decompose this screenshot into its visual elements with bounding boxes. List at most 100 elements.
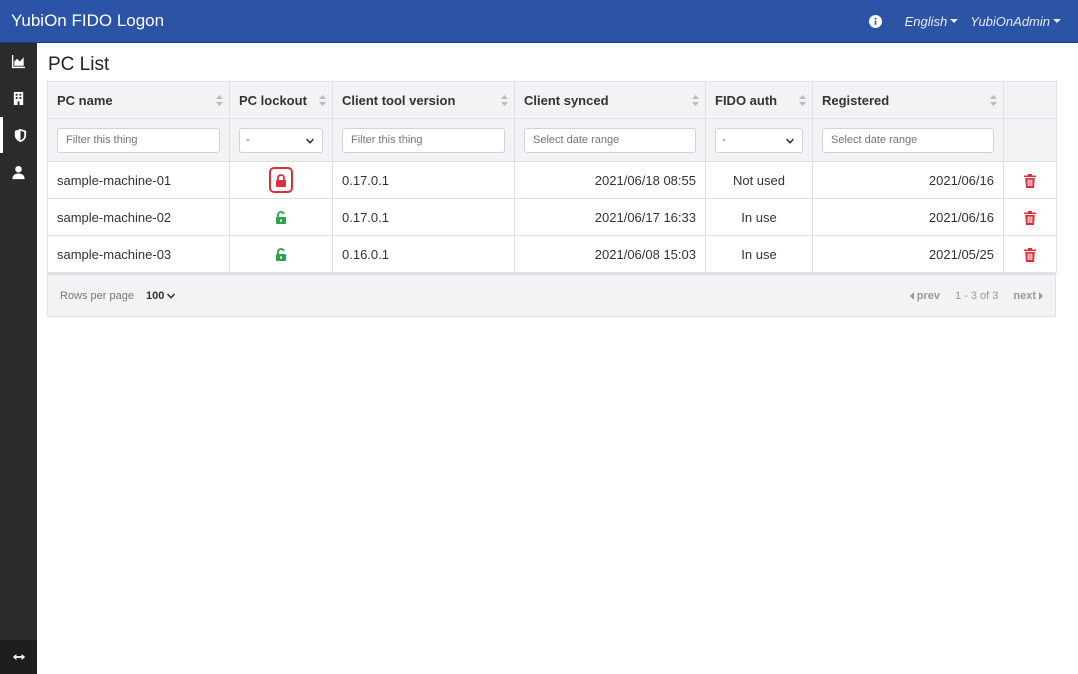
column-header-client-tool-version[interactable]: Client tool version (332, 81, 515, 119)
building-icon (13, 91, 24, 105)
pc-name-filter-input[interactable] (57, 127, 220, 153)
column-header-actions (1003, 81, 1057, 119)
cell-client-tool-version: 0.16.0.1 (332, 235, 515, 273)
pagination: prev 1 - 3 of 3 next (909, 289, 1043, 302)
cell-registered: 2021/06/16 (812, 198, 1004, 236)
cell-pc-name: sample-machine-02 (47, 198, 230, 236)
user-dropdown[interactable]: YubiOnAdmin (970, 14, 1061, 29)
registered-date-range-input[interactable] (822, 127, 994, 153)
table-row: sample-machine-03 0.16.0.1 2021/06/08 15… (47, 235, 1057, 273)
cell-pc-name: sample-machine-03 (47, 235, 230, 273)
info-icon[interactable] (868, 14, 882, 28)
cell-client-synced: 2021/06/18 08:55 (514, 161, 706, 199)
trash-icon[interactable] (1024, 247, 1036, 262)
prev-page-button[interactable]: prev (909, 289, 940, 302)
unlock-icon (276, 210, 286, 224)
cell-pc-lockout (229, 161, 333, 199)
lock-icon (276, 173, 286, 187)
cell-client-synced: 2021/06/08 15:03 (514, 235, 706, 273)
lockout-toggle-button[interactable] (269, 167, 293, 193)
select-value: - (722, 134, 726, 146)
fido-auth-filter-select[interactable]: - (715, 127, 803, 153)
page-range-info: 1 - 3 of 3 (954, 289, 999, 302)
next-label: next (1013, 289, 1036, 302)
cell-registered: 2021/06/16 (812, 161, 1004, 199)
caret-left-icon (909, 291, 914, 300)
filter-cell-fido-auth: - (705, 118, 813, 162)
cell-actions (1003, 161, 1057, 199)
cell-fido-auth: In use (705, 198, 813, 236)
sidebar (0, 43, 37, 674)
pc-list-table-container: PC name PC lockout Client tool version C… (47, 81, 1057, 317)
filter-cell-client-synced (514, 118, 706, 162)
sidebar-toggle-button[interactable] (0, 640, 37, 674)
cell-actions (1003, 198, 1057, 236)
select-value: - (246, 134, 250, 146)
cell-client-synced: 2021/06/17 16:33 (514, 198, 706, 236)
sort-icon (319, 95, 326, 106)
column-label: FIDO auth (715, 92, 778, 108)
sidebar-item-users[interactable] (0, 154, 37, 190)
sort-icon (501, 95, 508, 106)
navbar-right: English YubiOnAdmin (868, 14, 1061, 29)
caret-right-icon (1039, 291, 1043, 300)
caret-down-icon (950, 19, 959, 23)
user-label: YubiOnAdmin (970, 13, 1050, 29)
column-header-client-synced[interactable]: Client synced (514, 81, 706, 119)
column-label: Registered (822, 92, 890, 108)
trash-icon[interactable] (1024, 173, 1036, 188)
filter-cell-registered (812, 118, 1004, 162)
filter-cell-client-tool-version (332, 118, 515, 162)
caret-down-icon (1053, 19, 1061, 23)
filter-cell-pc-name (47, 118, 230, 162)
sidebar-item-organization[interactable] (0, 80, 37, 116)
sidebar-item-pc-list[interactable] (0, 117, 37, 153)
next-page-button[interactable]: next (1013, 290, 1043, 302)
sort-icon (799, 95, 806, 106)
prev-label: prev (916, 289, 940, 302)
cell-pc-name: sample-machine-01 (47, 161, 230, 199)
sort-icon (990, 95, 997, 106)
column-label: Client tool version (342, 92, 456, 108)
sort-icon (216, 95, 223, 106)
area-chart-icon (11, 54, 26, 68)
cell-actions (1003, 235, 1057, 273)
cell-fido-auth: In use (705, 235, 813, 273)
version-filter-input[interactable] (342, 127, 505, 153)
synced-date-range-input[interactable] (524, 127, 696, 153)
column-label: PC lockout (239, 92, 307, 108)
rows-per-page-label: Rows per page (60, 289, 134, 302)
chevron-down-icon (167, 292, 176, 299)
column-header-registered[interactable]: Registered (812, 81, 1004, 119)
cell-pc-lockout (229, 235, 333, 273)
lockout-toggle-button[interactable] (269, 241, 293, 267)
table-footer: Rows per page 100 prev 1 - 3 of 3 next (47, 273, 1056, 317)
column-header-pc-lockout[interactable]: PC lockout (229, 81, 333, 119)
trash-icon[interactable] (1024, 210, 1036, 225)
column-header-pc-name[interactable]: PC name (47, 81, 230, 119)
table-row: sample-machine-01 0.17.0.1 2021/06/18 08… (47, 161, 1057, 199)
chevron-down-icon (306, 137, 314, 144)
language-dropdown[interactable]: English (905, 14, 959, 29)
cell-client-tool-version: 0.17.0.1 (332, 161, 515, 199)
page-title: PC List (48, 54, 110, 75)
sort-icon (692, 95, 699, 106)
rows-per-page-value: 100 (146, 289, 165, 302)
cell-pc-lockout (229, 198, 333, 236)
rows-per-page-dropdown[interactable]: 100 (146, 289, 176, 302)
user-icon (12, 165, 25, 179)
language-label: English (904, 13, 948, 29)
filter-cell-pc-lockout: - (229, 118, 333, 162)
column-label: Client synced (524, 92, 609, 108)
shield-icon (14, 128, 26, 142)
chevron-down-icon (786, 137, 794, 144)
column-label: PC name (57, 92, 113, 108)
lockout-toggle-button[interactable] (269, 204, 293, 230)
cell-client-tool-version: 0.17.0.1 (332, 198, 515, 236)
cell-registered: 2021/05/25 (812, 235, 1004, 273)
table-row: sample-machine-02 0.17.0.1 2021/06/17 16… (47, 198, 1057, 236)
column-header-fido-auth[interactable]: FIDO auth (705, 81, 813, 119)
app-title[interactable]: YubiOn FIDO Logon (11, 11, 164, 31)
sidebar-item-dashboard[interactable] (0, 43, 37, 79)
pc-lockout-filter-select[interactable]: - (239, 127, 323, 153)
